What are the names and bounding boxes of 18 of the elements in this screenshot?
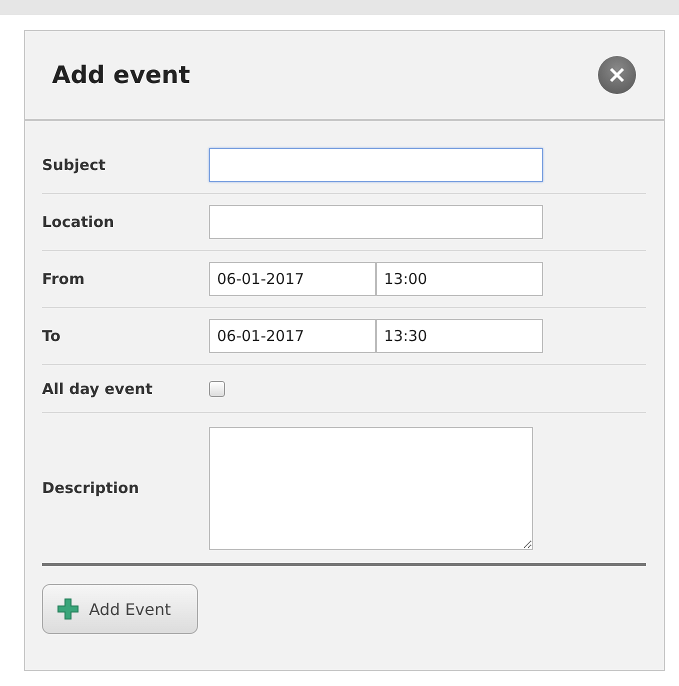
description-field[interactable] <box>209 426 533 550</box>
text-field[interactable] <box>209 148 543 182</box>
field-label: All day event <box>42 380 154 398</box>
field-label: Location <box>42 213 116 231</box>
checkbox[interactable] <box>209 380 225 396</box>
add-event-button[interactable]: Add Event <box>42 584 198 634</box>
text-field[interactable] <box>209 205 543 239</box>
close-icon[interactable] <box>598 56 636 94</box>
date-field[interactable]: 06-01-2017 <box>209 319 376 353</box>
plus-icon <box>57 598 79 620</box>
date-field[interactable]: 06-01-2017 <box>209 262 376 296</box>
field-label: Subject <box>42 156 107 174</box>
field-label: To <box>42 327 62 345</box>
dialog-title: Add event <box>52 61 190 89</box>
time-field[interactable]: 13:30 <box>376 319 543 353</box>
field-label: From <box>42 270 86 288</box>
time-field[interactable]: 13:00 <box>376 262 543 296</box>
field-label: Description <box>42 479 140 497</box>
